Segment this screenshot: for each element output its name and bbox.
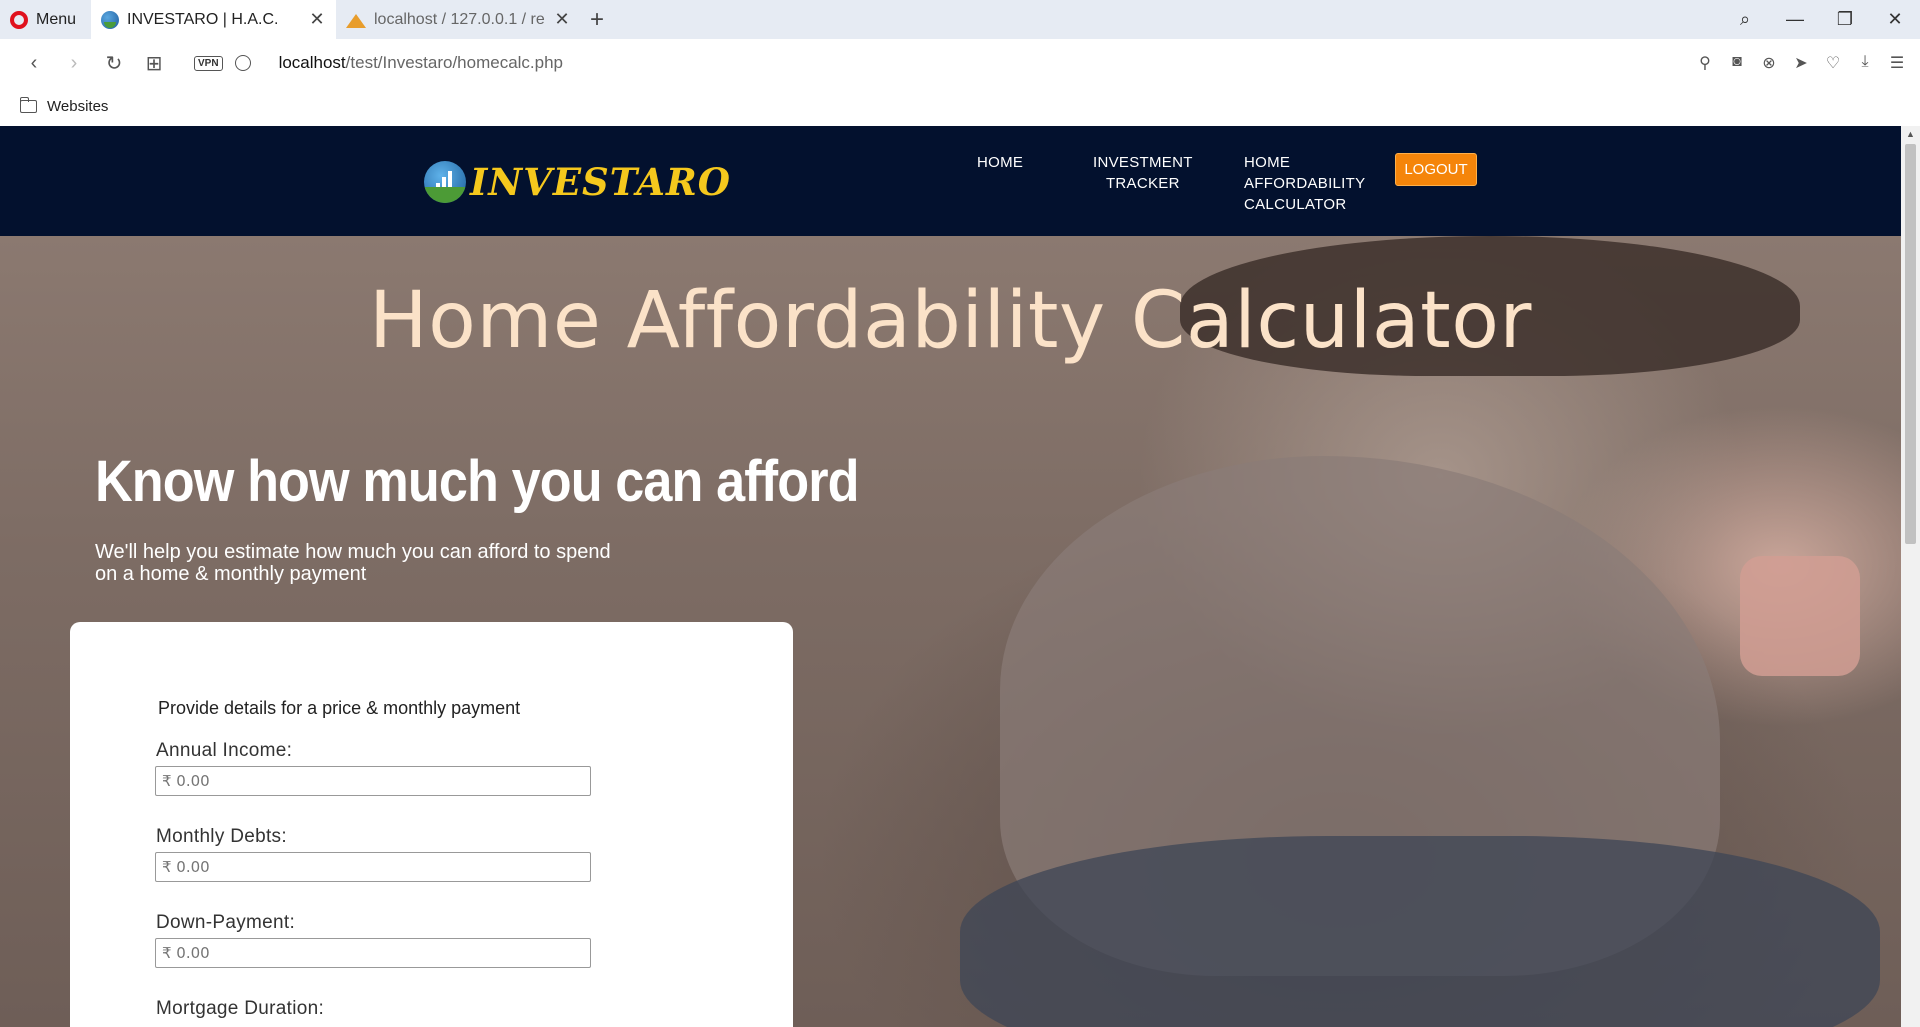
- form-heading: Provide details for a price & monthly pa…: [158, 698, 521, 718]
- url-host: localhost: [278, 53, 346, 72]
- tab-title: INVESTARO | H.A.C.: [127, 10, 279, 28]
- logout-button[interactable]: LOGOUT: [1395, 153, 1477, 186]
- nav-label-line: TRACKER: [1105, 175, 1180, 192]
- snapshot-icon[interactable]: ◙: [1728, 53, 1746, 73]
- nav-home[interactable]: HOME: [977, 152, 1023, 173]
- nav-label-line: CALCULATOR: [1244, 196, 1347, 213]
- search-tabs-icon[interactable]: ⌕: [1720, 9, 1770, 30]
- investaro-logo[interactable]: INVESTARO: [424, 160, 731, 204]
- bookmark-websites[interactable]: Websites: [47, 98, 108, 115]
- minimize-button[interactable]: —: [1770, 9, 1820, 30]
- down-payment-label: Down-Payment:: [156, 912, 296, 933]
- scrollbar-thumb[interactable]: [1905, 144, 1916, 544]
- annual-income-input[interactable]: [155, 766, 591, 796]
- site-info-icon[interactable]: [234, 55, 251, 71]
- folder-icon: [19, 97, 37, 113]
- download-icon[interactable]: ⤓: [1856, 53, 1874, 73]
- site-header: INVESTARO HOME INVESTMENT TRACKER HOME A…: [0, 126, 1901, 236]
- nav-label-line: HOME: [1244, 154, 1291, 171]
- opera-logo-icon: [10, 10, 28, 29]
- nav-label-line: AFFORDABILITY: [1244, 175, 1366, 192]
- mortgage-duration-label: Mortgage Duration:: [156, 998, 325, 1019]
- calculator-card: Provide details for a price & monthly pa…: [70, 622, 793, 1027]
- url-path: /test/Investaro/homecalc.php: [345, 53, 564, 72]
- page-viewport: INVESTARO HOME INVESTMENT TRACKER HOME A…: [0, 126, 1920, 1027]
- hero-photo-jeans: [960, 836, 1880, 1027]
- close-tab-icon[interactable]: ✕: [553, 9, 571, 30]
- adblock-icon[interactable]: ⊗: [1760, 53, 1778, 73]
- nav-investment-tracker[interactable]: INVESTMENT TRACKER: [1093, 152, 1193, 194]
- back-icon[interactable]: ‹: [14, 52, 54, 75]
- find-icon[interactable]: ⚲: [1696, 53, 1714, 73]
- bookmarks-bar: Websites: [0, 87, 1920, 126]
- nav-label-line: INVESTMENT: [1093, 154, 1193, 171]
- tab-grid-icon[interactable]: ⊞: [134, 51, 174, 76]
- tab-investaro[interactable]: INVESTARO | H.A.C. ✕: [91, 0, 336, 39]
- monthly-debts-input[interactable]: [155, 852, 591, 882]
- page-title: Home Affordability Calculator: [368, 276, 1533, 366]
- logo-globe-icon: [424, 161, 466, 203]
- logo-text: INVESTARO: [470, 160, 731, 204]
- address-bar: ‹ › ↻ ⊞ VPN localhost/test/Investaro/hom…: [0, 39, 1920, 87]
- opera-menu-button[interactable]: Menu: [0, 0, 91, 39]
- scroll-up-icon[interactable]: ▲: [1906, 129, 1915, 139]
- send-icon[interactable]: ➤: [1792, 53, 1810, 73]
- vpn-badge[interactable]: VPN: [194, 55, 223, 71]
- forward-icon[interactable]: ›: [54, 52, 94, 75]
- hero-section: Home Affordability Calculator Know how m…: [0, 236, 1901, 1027]
- menu-label: Menu: [36, 10, 77, 28]
- investaro-favicon-icon: [101, 10, 119, 29]
- easy-setup-icon[interactable]: ☰: [1888, 53, 1906, 73]
- browser-tab-strip: Menu INVESTARO | H.A.C. ✕ localhost / 12…: [0, 0, 1920, 39]
- close-tab-icon[interactable]: ✕: [308, 9, 326, 30]
- url-field[interactable]: localhost/test/Investaro/homecalc.php: [279, 53, 563, 73]
- new-tab-button[interactable]: +: [581, 0, 613, 39]
- reload-icon[interactable]: ↻: [94, 51, 134, 76]
- nav-home-label: HOME: [977, 154, 1024, 171]
- tab-phpmyadmin[interactable]: localhost / 127.0.0.1 / regis ✕: [336, 0, 581, 39]
- monthly-debts-label: Monthly Debts:: [156, 826, 287, 847]
- toolbar-icons: ⚲ ◙ ⊗ ➤ ♡ ⤓ ☰: [1696, 53, 1920, 73]
- hero-photo-mug: [1740, 556, 1860, 676]
- hero-description-line: on a home & monthly payment: [95, 563, 367, 585]
- heart-icon[interactable]: ♡: [1824, 53, 1842, 73]
- down-payment-input[interactable]: [155, 938, 591, 968]
- phpmyadmin-favicon-icon: [346, 12, 366, 28]
- window-controls: ⌕ — ❐ ✕: [1720, 0, 1920, 39]
- annual-income-label: Annual Income:: [156, 740, 293, 761]
- restore-button[interactable]: ❐: [1820, 9, 1870, 30]
- nav-home-affordability-calculator[interactable]: HOME AFFORDABILITY CALCULATOR: [1244, 152, 1365, 215]
- page-scrollbar[interactable]: ▲: [1901, 126, 1920, 1027]
- hero-subtitle: Know how much you can afford: [95, 449, 860, 514]
- tab-title: localhost / 127.0.0.1 / regis: [374, 10, 545, 28]
- close-window-button[interactable]: ✕: [1870, 9, 1920, 30]
- hero-description-line: We'll help you estimate how much you can…: [95, 541, 611, 563]
- hero-description: We'll help you estimate how much you can…: [95, 541, 675, 585]
